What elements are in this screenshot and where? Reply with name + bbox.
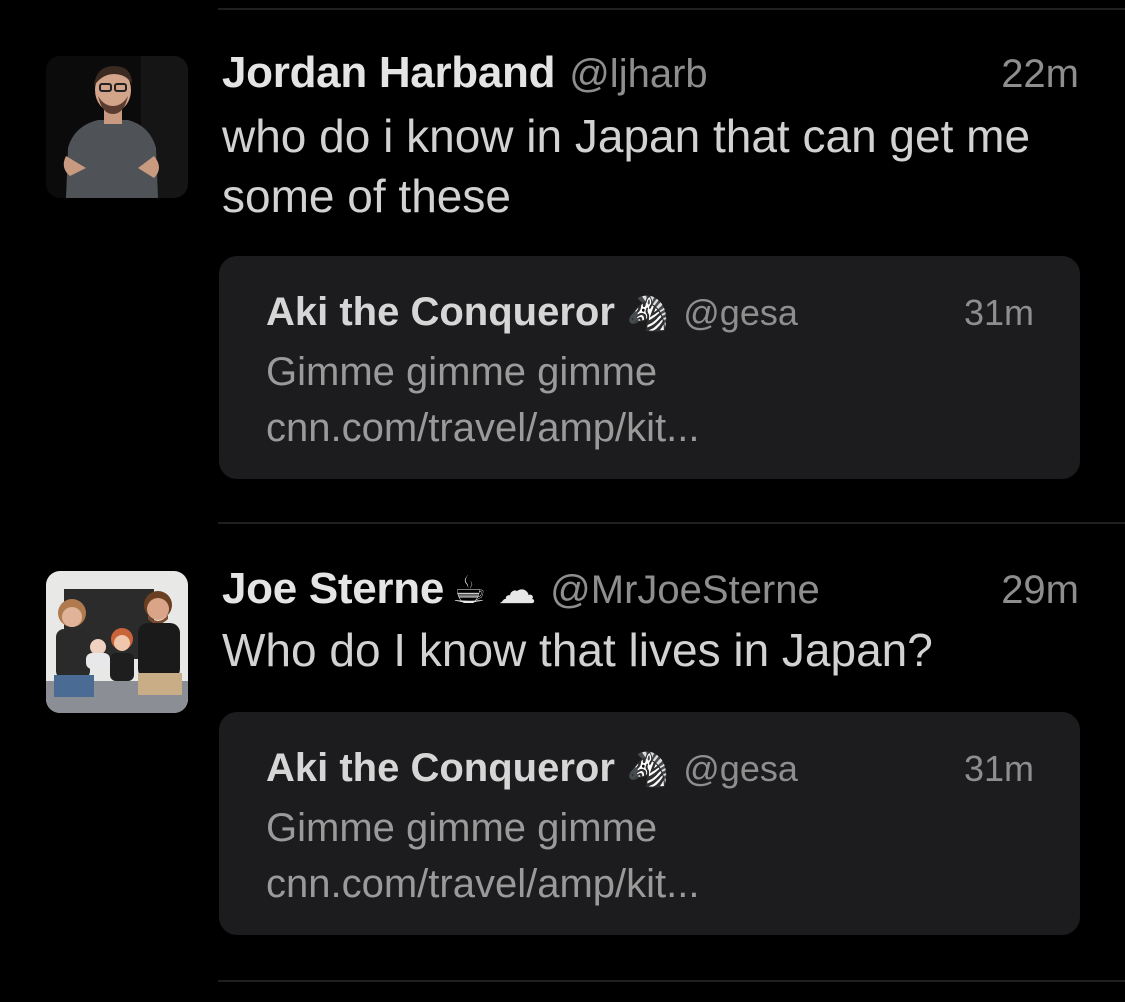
- zebra-icon: 🦓: [626, 750, 670, 790]
- coffee-cloud-icon: ☕ ☁: [452, 568, 537, 612]
- author-handle[interactable]: @MrJoeSterne: [550, 568, 820, 612]
- author-name[interactable]: Joe Sterne: [222, 564, 444, 613]
- quoted-tweet-text: Gimme gimme gimme cnn.com/travel/amp/kit…: [266, 806, 700, 906]
- bottom-divider: [218, 980, 1125, 982]
- avatar[interactable]: [46, 571, 188, 713]
- quoted-author-handle: @gesa: [683, 748, 798, 789]
- quoted-tweet-time: 31m: [963, 748, 1034, 789]
- tweet-header: Joe Sterne ☕ ☁ @MrJoeSterne 29m: [222, 564, 1079, 620]
- family-avatar-icon: [46, 571, 188, 713]
- tweet-joe-sterne[interactable]: Joe Sterne ☕ ☁ @MrJoeSterne 29m Who do I k…: [0, 0, 1125, 980]
- quoted-author-name: Aki the Conqueror: [266, 746, 615, 790]
- quoted-tweet-card[interactable]: Aki the Conqueror 🦓 @gesa 31m Gimme gimme …: [219, 712, 1080, 935]
- tweet-time: 29m: [1001, 568, 1079, 612]
- tweet-text: Who do I know that lives in Japan?: [222, 624, 933, 676]
- quoted-tweet-header: Aki the Conqueror 🦓 @gesa 31m: [266, 746, 1034, 791]
